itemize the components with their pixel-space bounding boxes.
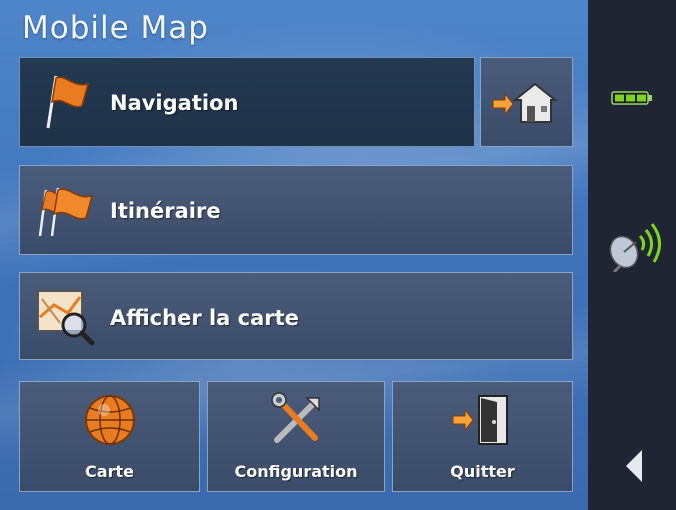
status-sidebar bbox=[588, 0, 676, 510]
configuration-button[interactable]: Configuration bbox=[207, 381, 385, 492]
multi-flag-icon bbox=[38, 187, 94, 237]
afficher-carte-label: Afficher la carte bbox=[110, 306, 299, 330]
quitter-label: Quitter bbox=[450, 462, 515, 481]
carte-button[interactable]: Carte bbox=[19, 381, 200, 492]
configuration-label: Configuration bbox=[234, 462, 358, 481]
main-menu-panel: Mobile Map Navigation Itinéraire Affiche… bbox=[0, 0, 588, 510]
tools-icon bbox=[271, 392, 320, 443]
app-title: Mobile Map bbox=[22, 10, 209, 46]
navigation-label: Navigation bbox=[110, 91, 239, 115]
exit-door-icon bbox=[452, 395, 508, 445]
back-arrow-icon[interactable] bbox=[624, 448, 644, 484]
afficher-carte-button[interactable]: Afficher la carte bbox=[19, 272, 573, 360]
quitter-button[interactable]: Quitter bbox=[392, 381, 573, 492]
map-magnifier-icon bbox=[37, 290, 95, 346]
carte-label: Carte bbox=[85, 462, 134, 481]
battery-icon bbox=[611, 91, 652, 105]
home-button[interactable] bbox=[480, 57, 573, 147]
satellite-signal-icon bbox=[609, 223, 661, 272]
navigation-button[interactable]: Navigation bbox=[19, 57, 475, 147]
globe-icon bbox=[85, 395, 135, 445]
itineraire-label: Itinéraire bbox=[110, 199, 221, 223]
flag-icon bbox=[46, 75, 90, 129]
home-arrow-icon bbox=[492, 82, 558, 123]
itineraire-button[interactable]: Itinéraire bbox=[19, 165, 573, 255]
